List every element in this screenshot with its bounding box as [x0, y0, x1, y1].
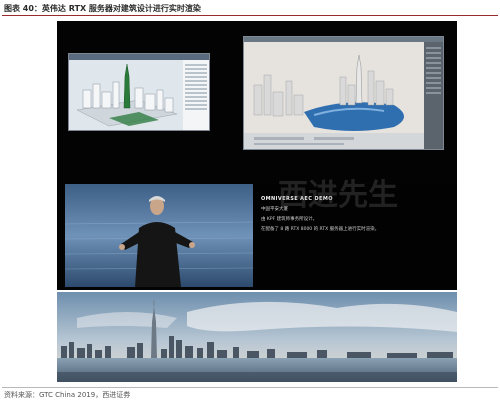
keynote-speaker-image: [65, 184, 253, 287]
watermark-text: 西进先生: [278, 178, 398, 213]
source-note: 资料来源：GTC China 2019，西进证券: [4, 391, 131, 399]
slide-line-rendering: 在配备了 8 路 RTX 8000 的 RTX 服务器上进行实时渲染。: [261, 227, 380, 232]
source-divider: [2, 387, 498, 388]
slide-line-architect: 由 KPF 建筑师事务所设计。: [261, 217, 318, 222]
cad-model-screenshot: [68, 53, 210, 131]
realtime-render-image: [244, 37, 443, 149]
realtime-render-screenshot: [243, 36, 444, 150]
cad-model-image: [69, 54, 209, 130]
caption-divider: [2, 15, 498, 16]
figure-caption: 图表 40：英伟达 RTX 服务器对建筑设计进行实时渲染: [4, 4, 201, 13]
city-skyline-render: [57, 292, 457, 382]
skyline-image: [57, 292, 457, 382]
keynote-stage-photo: [65, 184, 253, 287]
